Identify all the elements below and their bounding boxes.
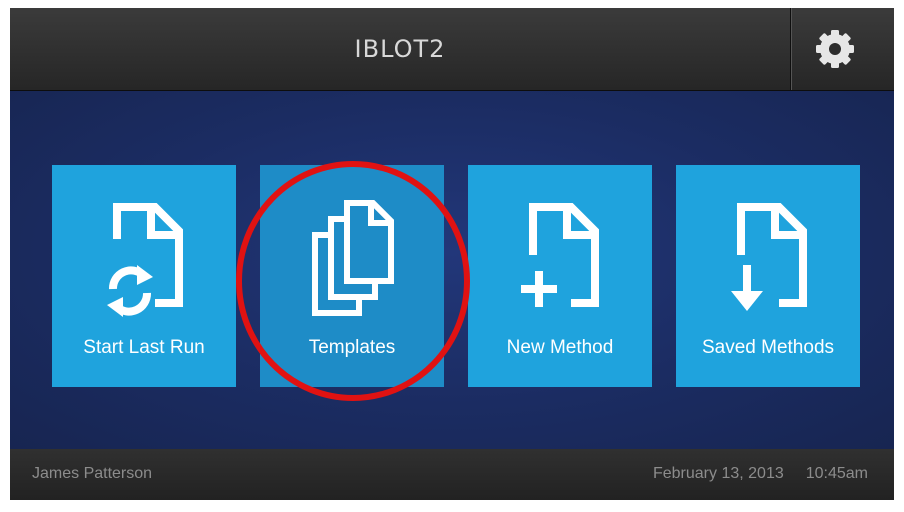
iblot2-screen: IBLOT2 Start Last Run Templates New Meth… (10, 8, 894, 500)
tile-label: New Method (506, 337, 614, 358)
document-refresh-icon (107, 203, 183, 317)
status-bar: James Patterson February 13, 2013 10:45am (10, 449, 894, 500)
header-divider (790, 8, 791, 90)
tile-label: Templates (308, 337, 396, 358)
header-bar: IBLOT2 (10, 8, 894, 91)
document-add-icon (521, 203, 599, 307)
gear-icon (816, 30, 854, 68)
templates-button[interactable]: Templates (260, 165, 444, 387)
main-panel: Start Last Run Templates New Method Save… (10, 91, 894, 449)
document-download-icon (731, 203, 807, 311)
user-name: James Patterson (32, 465, 153, 482)
tile-label: Start Last Run (83, 337, 205, 358)
document-stack-icon (312, 200, 394, 316)
saved-methods-button[interactable]: Saved Methods (676, 165, 860, 387)
current-date: February 13, 2013 (652, 465, 784, 482)
settings-button[interactable] (800, 20, 870, 78)
start-last-run-button[interactable]: Start Last Run (52, 165, 236, 387)
tile-label: Saved Methods (701, 337, 835, 358)
new-method-button[interactable]: New Method (468, 165, 652, 387)
app-title: IBLOT2 (354, 35, 446, 63)
date-time: February 13, 2013 10:45am (653, 465, 868, 483)
current-time: 10:45am (805, 465, 868, 482)
